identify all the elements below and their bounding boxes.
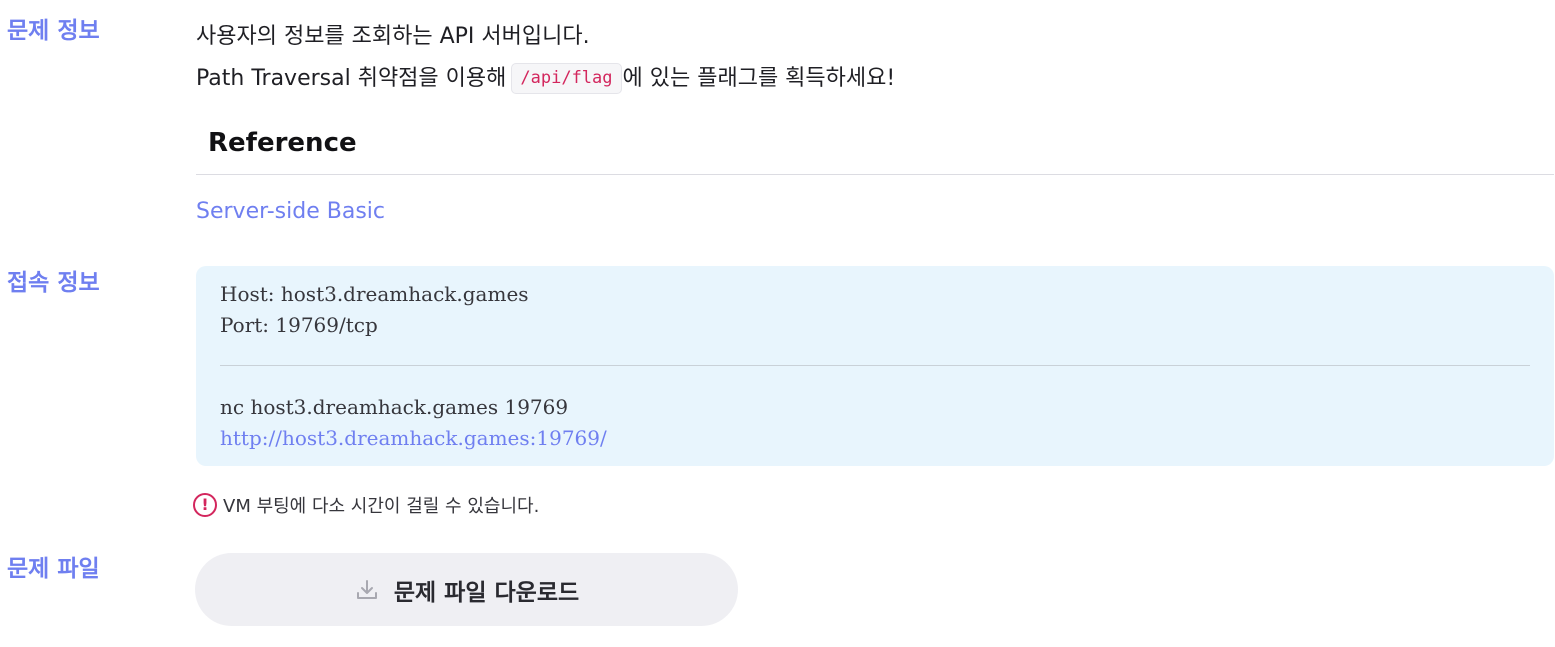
problem-file-label: 문제 파일: [7, 556, 100, 582]
vm-boot-notice: ! VM 부팅에 다소 시간이 걸릴 수 있습니다.: [193, 492, 539, 518]
problem-info-label: 문제 정보: [7, 18, 100, 44]
vm-boot-notice-text: VM 부팅에 다소 시간이 걸릴 수 있습니다.: [223, 496, 540, 517]
description-line-2: Path Traversal 취약점을 이용해 /api/flag 에 있는 플…: [196, 63, 895, 94]
connection-host: Host: host3.dreamhack.games: [220, 282, 529, 306]
description-text-after-code: 에 있는 플래그를 획득하세요!: [622, 65, 896, 91]
connection-port: Port: 19769/tcp: [220, 313, 378, 337]
flag-path-code: /api/flag: [511, 63, 622, 94]
connection-url-link[interactable]: http://host3.dreamhack.games:19769/: [220, 424, 607, 452]
download-problem-file-button[interactable]: 문제 파일 다운로드: [195, 553, 738, 626]
description-text-before-code: Path Traversal 취약점을 이용해: [196, 65, 507, 91]
problem-description: 사용자의 정보를 조회하는 API 서버입니다. Path Traversal …: [196, 0, 1554, 240]
alert-circle-icon: !: [193, 493, 217, 517]
download-button-label: 문제 파일 다운로드: [393, 579, 580, 606]
description-line-1: 사용자의 정보를 조회하는 API 서버입니다.: [196, 24, 590, 49]
reference-heading: Reference: [208, 128, 357, 158]
reference-link-server-side-basic[interactable]: Server-side Basic: [196, 199, 385, 224]
reference-divider: [196, 174, 1554, 175]
connection-info-box: Host: host3.dreamhack.games Port: 19769/…: [196, 266, 1554, 466]
connection-nc-command: nc host3.dreamhack.games 19769: [220, 395, 569, 419]
download-icon: [356, 579, 377, 599]
connection-info-label: 접속 정보: [7, 270, 100, 296]
connection-divider: [220, 365, 1530, 366]
